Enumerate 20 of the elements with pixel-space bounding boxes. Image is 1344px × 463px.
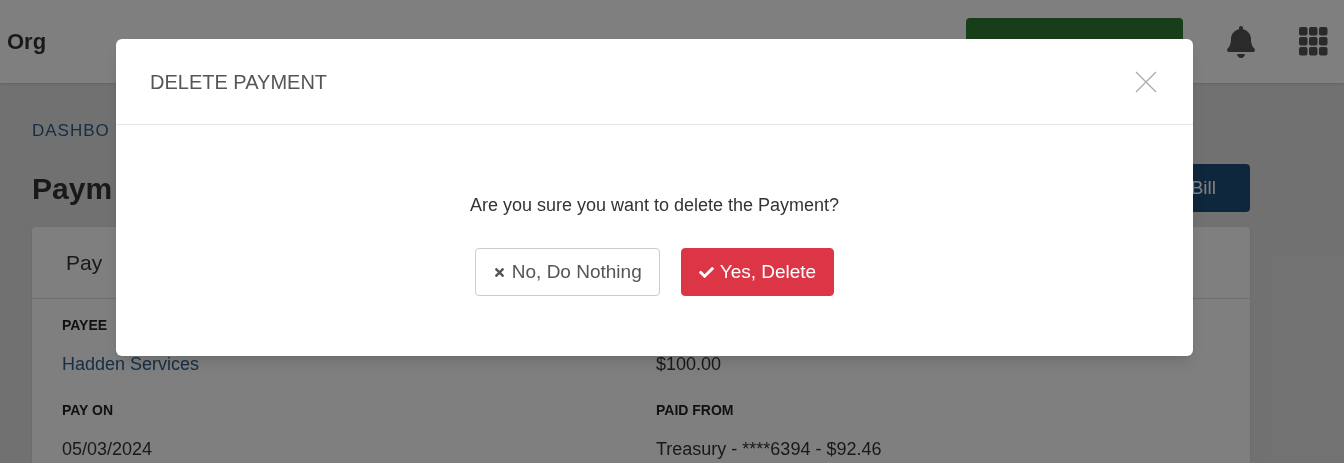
notification-bell-icon[interactable]: [1227, 25, 1255, 58]
check-icon: [698, 264, 714, 280]
close-icon[interactable]: [1135, 70, 1157, 93]
confirmation-message: Are you sure you want to delete the Payment?: [469, 194, 840, 216]
page-title: Paym: [32, 170, 113, 207]
card-title: Pay: [66, 249, 103, 276]
field-value: $100.00: [656, 353, 722, 375]
field-value: 05/03/2024: [62, 438, 153, 460]
close-icon: [492, 265, 506, 279]
field-label: PAID FROM: [656, 401, 735, 419]
field-label: PAY ON: [62, 401, 115, 419]
apps-grid-icon[interactable]: [1299, 27, 1328, 56]
field-label: PAYEE: [62, 316, 109, 334]
cancel-button[interactable]: No, Do Nothing: [474, 248, 660, 296]
payee-link[interactable]: Hadden Services: [62, 353, 200, 375]
breadcrumb-link[interactable]: DASHBO: [32, 121, 110, 141]
org-name: Org: [7, 28, 47, 56]
field-value: Treasury - ****6394 - $92.46: [656, 438, 882, 460]
dialog-title: DELETE PAYMENT: [150, 69, 328, 95]
confirm-delete-button[interactable]: Yes, Delete: [680, 248, 835, 296]
